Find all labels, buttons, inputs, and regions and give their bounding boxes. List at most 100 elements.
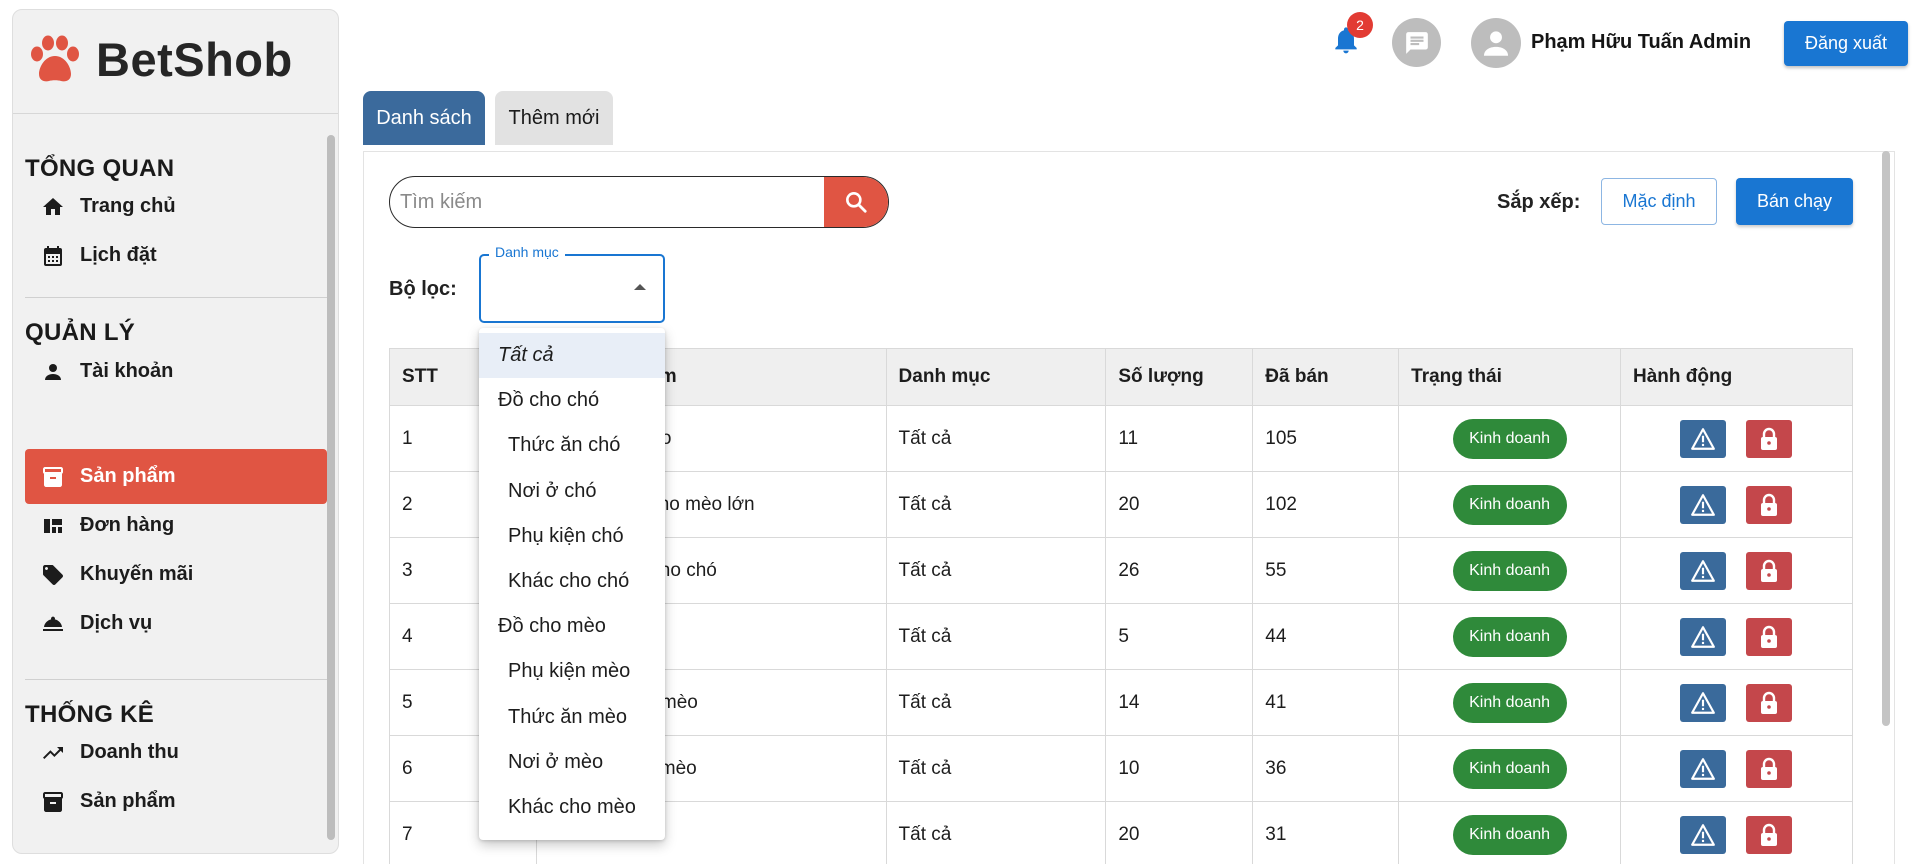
warning-icon xyxy=(1691,691,1715,714)
sidebar-item-label: Lịch đặt xyxy=(80,244,157,266)
dropdown-option[interactable]: Tất cả xyxy=(479,333,665,379)
cell-sold: 31 xyxy=(1252,801,1400,864)
logout-button[interactable]: Đăng xuất xyxy=(1784,21,1908,66)
cell-actions xyxy=(1620,669,1853,736)
tab-add-new[interactable]: Thêm mới xyxy=(495,91,613,145)
search-bar xyxy=(389,176,889,228)
sort-best-selling-button[interactable]: Bán chạy xyxy=(1736,178,1853,225)
dropdown-option[interactable]: Phụ kiện chó xyxy=(479,514,665,559)
lock-icon xyxy=(1761,559,1778,582)
cell-actions xyxy=(1620,471,1853,538)
lock-button[interactable] xyxy=(1746,485,1793,524)
sidebar-item-revenue[interactable]: Doanh thu xyxy=(25,725,327,780)
col-header-sold[interactable]: Đã bán xyxy=(1252,348,1400,406)
cell-status: Kinh doanh xyxy=(1398,537,1622,604)
sidebar-item-label: Đơn hàng xyxy=(80,514,175,536)
dropdown-option[interactable]: Đồ cho chó xyxy=(479,378,665,423)
sidebar-item-services[interactable]: Dịch vụ xyxy=(25,596,327,651)
lock-icon xyxy=(1761,625,1778,648)
status-badge: Kinh doanh xyxy=(1452,814,1567,855)
cell-quantity: 26 xyxy=(1105,537,1254,604)
dropdown-option[interactable]: Khác cho chó xyxy=(479,559,665,604)
dropdown-option[interactable]: Thức ăn chó xyxy=(479,423,665,468)
sidebar-item-promotions[interactable]: Khuyến mãi xyxy=(25,547,327,602)
dropdown-option[interactable]: Khác cho mèo xyxy=(479,785,665,830)
status-badge: Kinh doanh xyxy=(1452,550,1567,591)
warning-button[interactable] xyxy=(1680,419,1727,458)
warning-icon xyxy=(1691,823,1715,846)
chat-button[interactable] xyxy=(1392,18,1441,67)
content-scrollbar[interactable] xyxy=(1882,151,1890,726)
col-header-quantity[interactable]: Số lượng xyxy=(1105,348,1254,406)
user-name: Phạm Hữu Tuấn Admin xyxy=(1531,31,1752,53)
cell-quantity: 11 xyxy=(1105,405,1254,472)
sidebar-item-bookings[interactable]: Lịch đặt xyxy=(25,228,327,283)
warning-button[interactable] xyxy=(1680,683,1727,722)
sidebar-item-orders[interactable]: Đơn hàng xyxy=(25,498,327,553)
status-badge: Kinh doanh xyxy=(1452,748,1567,789)
inventory-icon xyxy=(40,464,66,490)
lock-button[interactable] xyxy=(1746,749,1793,788)
category-dropdown-menu: Tất cả Đồ cho chó Thức ăn chó Nơi ở chó Phụ … xyxy=(479,328,665,840)
notification-badge: 2 xyxy=(1347,12,1373,38)
dashboard-icon xyxy=(40,513,66,539)
paw-logo-icon xyxy=(31,35,79,82)
sidebar-item-products[interactable]: Sản phẩm xyxy=(25,449,327,504)
sort-label: Sắp xếp: xyxy=(1497,191,1581,213)
cell-quantity: 5 xyxy=(1105,603,1254,670)
lock-icon xyxy=(1761,427,1778,450)
cell-sold: 102 xyxy=(1252,471,1400,538)
dropdown-option[interactable]: Thức ăn mèo xyxy=(479,695,665,740)
col-header-actions: Hành động xyxy=(1620,348,1853,406)
dropdown-option[interactable]: Phụ kiện mèo xyxy=(479,649,665,694)
status-badge: Kinh doanh xyxy=(1452,484,1567,525)
dropdown-option[interactable]: Nơi ở mèo xyxy=(479,740,665,785)
warning-button[interactable] xyxy=(1680,551,1727,590)
lock-button[interactable] xyxy=(1746,617,1793,656)
cell-status: Kinh doanh xyxy=(1398,471,1622,538)
col-header-category[interactable]: Danh mục xyxy=(885,348,1107,406)
sidebar-divider xyxy=(25,297,327,298)
warning-icon xyxy=(1691,625,1715,648)
sidebar-item-label: Dịch vụ xyxy=(80,612,153,634)
status-badge: Kinh doanh xyxy=(1452,616,1567,657)
person-icon xyxy=(1483,31,1509,56)
warning-button[interactable] xyxy=(1680,749,1727,788)
lock-icon xyxy=(1761,691,1778,714)
service-bell-icon xyxy=(40,611,66,637)
cell-quantity: 20 xyxy=(1105,471,1254,538)
cell-status: Kinh doanh xyxy=(1398,405,1622,472)
warning-icon xyxy=(1691,427,1715,450)
sidebar-item-accounts[interactable]: Tài khoản xyxy=(25,344,327,399)
warning-icon xyxy=(1691,493,1715,516)
tab-list[interactable]: Danh sách xyxy=(363,91,485,145)
sidebar-scrollbar[interactable] xyxy=(327,135,335,840)
dropdown-option[interactable]: Nơi ở chó xyxy=(479,469,665,514)
sort-default-button[interactable]: Mặc định xyxy=(1601,178,1717,225)
avatar[interactable] xyxy=(1471,18,1521,68)
lock-icon xyxy=(1761,757,1778,780)
warning-button[interactable] xyxy=(1680,485,1727,524)
warning-button[interactable] xyxy=(1680,815,1727,854)
warning-button[interactable] xyxy=(1680,617,1727,656)
lock-button[interactable] xyxy=(1746,551,1793,590)
brand[interactable]: BetShob xyxy=(13,10,338,114)
cell-actions xyxy=(1620,405,1853,472)
sidebar-item-home[interactable]: Trang chủ xyxy=(25,179,327,234)
lock-icon xyxy=(1761,823,1778,846)
sidebar-item-label: Sản phẩm xyxy=(80,790,176,812)
cell-status: Kinh doanh xyxy=(1398,669,1622,736)
cell-quantity: 10 xyxy=(1105,735,1254,802)
dropdown-option[interactable]: Đồ cho mèo xyxy=(479,604,665,649)
person-icon xyxy=(40,359,66,385)
search-button[interactable] xyxy=(824,177,888,227)
lock-button[interactable] xyxy=(1746,683,1793,722)
cell-category: Tất cả xyxy=(885,537,1107,604)
sidebar-item-label: Khuyến mãi xyxy=(80,563,194,585)
lock-button[interactable] xyxy=(1746,419,1793,458)
lock-button[interactable] xyxy=(1746,815,1793,854)
sidebar-item-product-stats[interactable]: Sản phẩm xyxy=(25,774,327,829)
filter-label: Bộ lọc: xyxy=(389,278,457,300)
col-header-status[interactable]: Trạng thái xyxy=(1398,348,1622,406)
search-input[interactable] xyxy=(390,177,824,227)
